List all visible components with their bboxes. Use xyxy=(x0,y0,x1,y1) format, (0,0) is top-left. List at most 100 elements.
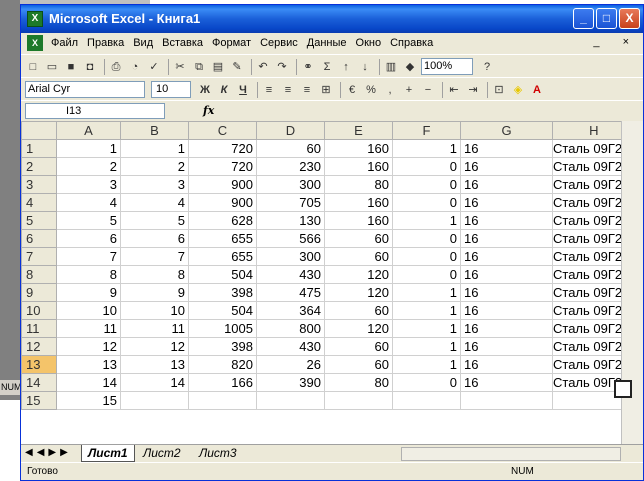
row-header[interactable]: 7 xyxy=(21,247,57,266)
cell[interactable]: 60 xyxy=(324,229,393,248)
cell[interactable]: 160 xyxy=(324,157,393,176)
cell[interactable]: 705 xyxy=(256,193,325,212)
cell[interactable]: 900 xyxy=(188,193,257,212)
cell[interactable]: 1 xyxy=(392,139,461,158)
column-header[interactable]: E xyxy=(324,121,393,140)
cell[interactable]: 120 xyxy=(324,319,393,338)
column-header[interactable]: F xyxy=(392,121,461,140)
cell[interactable]: 13 xyxy=(56,355,121,374)
cell[interactable]: 820 xyxy=(188,355,257,374)
cell[interactable]: 430 xyxy=(256,337,325,356)
cell[interactable]: 5 xyxy=(120,211,189,230)
fill-color-icon[interactable]: ◈ xyxy=(510,82,526,98)
autosum-icon[interactable]: Σ xyxy=(319,59,335,75)
cell[interactable]: 504 xyxy=(188,301,257,320)
spelling-icon[interactable]: ✓ xyxy=(146,59,162,75)
cell[interactable]: 398 xyxy=(188,337,257,356)
font-name-select[interactable]: Arial Cyr xyxy=(25,81,145,98)
cell[interactable]: 16 xyxy=(460,283,553,302)
column-header[interactable]: G xyxy=(460,121,553,140)
row-header[interactable]: 9 xyxy=(21,283,57,302)
increase-decimal-icon[interactable]: + xyxy=(401,82,417,98)
horizontal-scrollbar[interactable] xyxy=(401,447,621,461)
tab-navigation-icon[interactable]: ◀◀▶▶ xyxy=(25,447,72,458)
cell[interactable] xyxy=(392,391,461,410)
undo-icon[interactable]: ↶ xyxy=(255,59,271,75)
row-header[interactable]: 1 xyxy=(21,139,57,158)
cell[interactable]: 120 xyxy=(324,283,393,302)
row-header[interactable]: 14 xyxy=(21,373,57,392)
cell[interactable]: 11 xyxy=(120,319,189,338)
font-color-icon[interactable]: A xyxy=(529,82,545,98)
title-bar[interactable]: X Microsoft Excel - Книга1 _ □ X xyxy=(21,5,643,33)
cell[interactable]: 12 xyxy=(120,337,189,356)
cell[interactable]: 16 xyxy=(460,247,553,266)
cell[interactable]: 720 xyxy=(188,139,257,158)
menu-item[interactable]: Вид xyxy=(133,37,153,49)
cell[interactable]: 14 xyxy=(56,373,121,392)
cell[interactable]: 26 xyxy=(256,355,325,374)
align-left-icon[interactable]: ≡ xyxy=(261,82,277,98)
cell[interactable]: 7 xyxy=(120,247,189,266)
print-icon[interactable]: ⎙ xyxy=(108,59,124,75)
permission-icon[interactable]: ◘ xyxy=(82,59,98,75)
increase-indent-icon[interactable]: ⇥ xyxy=(465,82,481,98)
cell[interactable]: 16 xyxy=(460,229,553,248)
cell[interactable]: 0 xyxy=(392,175,461,194)
new-icon[interactable]: □ xyxy=(25,59,41,75)
cell[interactable]: 430 xyxy=(256,265,325,284)
open-icon[interactable]: ▭ xyxy=(44,59,60,75)
menu-item[interactable]: Правка xyxy=(87,37,124,49)
cell[interactable]: 7 xyxy=(56,247,121,266)
currency-icon[interactable]: € xyxy=(344,82,360,98)
align-center-icon[interactable]: ≡ xyxy=(280,82,296,98)
cell[interactable]: 504 xyxy=(188,265,257,284)
row-header[interactable]: 11 xyxy=(21,319,57,338)
cell[interactable]: 4 xyxy=(120,193,189,212)
cell[interactable]: 11 xyxy=(56,319,121,338)
row-header[interactable]: 8 xyxy=(21,265,57,284)
sort-descending-icon[interactable]: ↓ xyxy=(357,59,373,75)
cell[interactable]: 9 xyxy=(56,283,121,302)
decrease-indent-icon[interactable]: ⇤ xyxy=(446,82,462,98)
menu-item[interactable]: Формат xyxy=(212,37,251,49)
cell[interactable]: 1 xyxy=(392,337,461,356)
sheet-tab[interactable]: Лист3 xyxy=(193,445,243,462)
italic-button[interactable]: К xyxy=(216,82,232,98)
cell[interactable] xyxy=(188,391,257,410)
cell[interactable]: 2 xyxy=(120,157,189,176)
name-box[interactable]: I13 xyxy=(25,103,165,119)
format-painter-icon[interactable]: ✎ xyxy=(229,59,245,75)
cell[interactable]: 16 xyxy=(460,337,553,356)
select-all-corner[interactable] xyxy=(21,121,57,140)
cell[interactable]: 4 xyxy=(56,193,121,212)
cell[interactable] xyxy=(256,391,325,410)
cell[interactable]: 800 xyxy=(256,319,325,338)
cell[interactable]: 120 xyxy=(324,265,393,284)
zoom-select[interactable]: 100% xyxy=(421,58,473,75)
cell[interactable]: 60 xyxy=(324,337,393,356)
cell[interactable]: 655 xyxy=(188,247,257,266)
cell[interactable]: 3 xyxy=(120,175,189,194)
cell[interactable]: 80 xyxy=(324,175,393,194)
function-icon[interactable]: fx xyxy=(203,104,214,117)
cell[interactable]: 16 xyxy=(460,355,553,374)
underline-button[interactable]: Ч xyxy=(235,82,251,98)
cell[interactable]: 8 xyxy=(56,265,121,284)
row-header[interactable]: 13 xyxy=(21,355,57,374)
cell[interactable] xyxy=(460,391,553,410)
cell[interactable]: 16 xyxy=(460,319,553,338)
drawing-icon[interactable]: ◆ xyxy=(402,59,418,75)
cell[interactable]: 628 xyxy=(188,211,257,230)
maximize-button[interactable]: □ xyxy=(596,8,617,29)
cell[interactable]: 1005 xyxy=(188,319,257,338)
cell[interactable]: 60 xyxy=(324,301,393,320)
cell[interactable]: 398 xyxy=(188,283,257,302)
cell[interactable]: 0 xyxy=(392,265,461,284)
cell[interactable]: 1 xyxy=(392,355,461,374)
cell[interactable]: 0 xyxy=(392,157,461,176)
row-header[interactable]: 4 xyxy=(21,193,57,212)
cell[interactable]: 475 xyxy=(256,283,325,302)
copy-icon[interactable]: ⧉ xyxy=(191,59,207,75)
cell[interactable]: 160 xyxy=(324,193,393,212)
